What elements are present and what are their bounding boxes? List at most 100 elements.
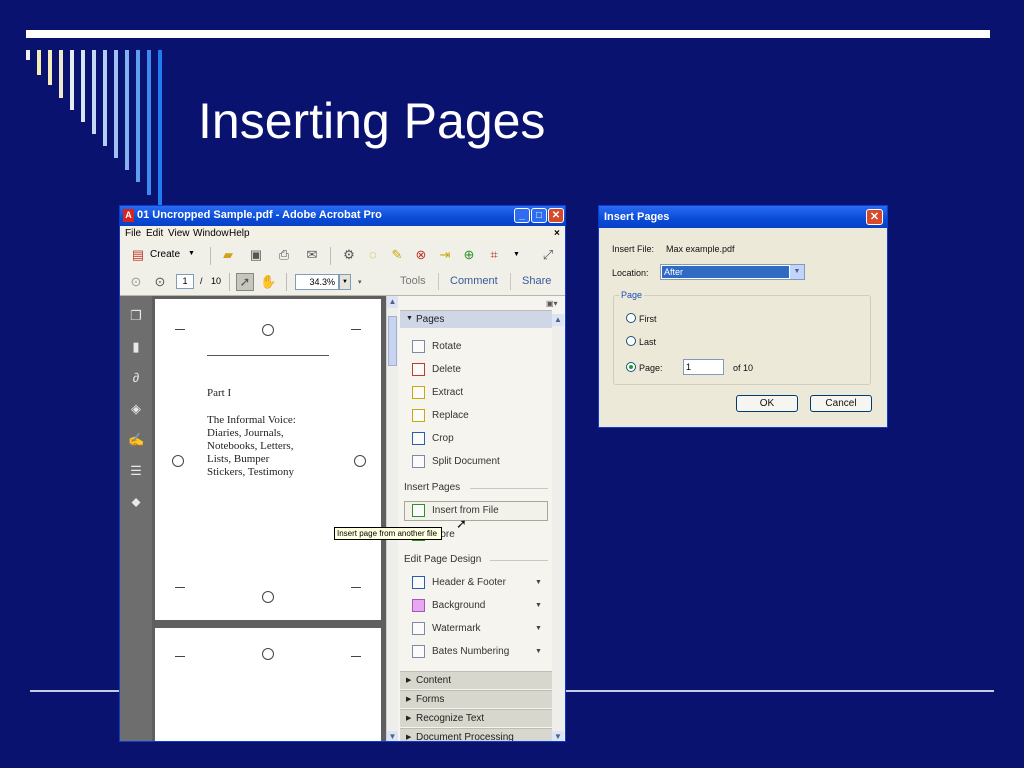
- menu-file[interactable]: File: [125, 228, 141, 239]
- dialog-close-button[interactable]: ✕: [866, 209, 883, 225]
- comment-bubble-icon[interactable]: ◌: [365, 247, 381, 263]
- document-heading-line: Stickers, Testimony: [207, 466, 295, 478]
- bates-numbering-dropdown-icon[interactable]: ▼: [535, 648, 542, 655]
- section-forms[interactable]: ▶ Forms: [400, 690, 552, 708]
- create-button[interactable]: Create: [150, 249, 180, 260]
- create-dropdown-icon[interactable]: ▼: [188, 250, 195, 257]
- close-button[interactable]: ✕: [548, 208, 564, 223]
- cancel-button[interactable]: Cancel: [810, 395, 872, 412]
- tool-delete[interactable]: Delete: [412, 363, 461, 376]
- radio-last[interactable]: [626, 336, 636, 346]
- tool-header-footer[interactable]: Header & Footer: [412, 576, 506, 589]
- select-tool-icon[interactable]: ➚: [236, 273, 254, 291]
- tool-bates-numbering[interactable]: Bates Numbering: [412, 645, 509, 658]
- main-toolbar: ▤ Create ▼ ▰ ▣ ⎙ ✉ ⚙ ◌ ✎ ⊗ ⇥ ⊕ ⌗ ▼ ⤢: [120, 242, 565, 270]
- scroll-thumb[interactable]: [388, 316, 397, 366]
- menu-help[interactable]: Help: [229, 228, 250, 239]
- crop-mark: [351, 329, 361, 330]
- pane-options-icon[interactable]: ▣▾: [546, 299, 558, 308]
- watermark-dropdown-icon[interactable]: ▼: [535, 625, 542, 632]
- crop-mark: [175, 329, 185, 330]
- radio-page[interactable]: [626, 362, 636, 372]
- registration-mark: [262, 591, 274, 603]
- tab-comment[interactable]: Comment: [450, 275, 498, 287]
- zoom-input[interactable]: 34.3%: [295, 274, 339, 290]
- tab-share[interactable]: Share: [522, 275, 551, 287]
- signatures-icon[interactable]: ✍: [128, 432, 144, 448]
- tool-crop[interactable]: Crop: [412, 432, 454, 445]
- bates-numbering-icon: [412, 645, 425, 658]
- subsection-insert-pages: Insert Pages: [404, 482, 461, 493]
- open-folder-icon[interactable]: ▰: [220, 247, 236, 263]
- scroll-up-icon[interactable]: ▲: [387, 296, 398, 308]
- model-tree-icon[interactable]: ☰: [128, 463, 144, 479]
- zoom-more-icon[interactable]: ▾: [358, 278, 362, 286]
- sign-icon[interactable]: ✎: [389, 247, 405, 263]
- expanded-arrow-icon: ▼: [406, 315, 413, 322]
- page-number-input[interactable]: 1: [176, 274, 194, 289]
- email-icon[interactable]: ✉: [304, 247, 320, 263]
- pane-scroll-up-icon[interactable]: ▲: [552, 314, 564, 326]
- tool-watermark[interactable]: Watermark: [412, 622, 481, 635]
- tool-extract[interactable]: Extract: [412, 386, 463, 399]
- tool-split-document-label: Split Document: [432, 456, 500, 468]
- background-dropdown-icon[interactable]: ▼: [535, 602, 542, 609]
- location-select[interactable]: After ▼: [660, 264, 805, 280]
- next-page-icon[interactable]: ⊙: [152, 274, 168, 290]
- section-document-processing[interactable]: ▶ Document Processing: [400, 728, 552, 741]
- tool-rotate[interactable]: Rotate: [412, 340, 461, 353]
- location-dropdown-icon[interactable]: ▼: [790, 265, 804, 279]
- section-content-label: Content: [416, 675, 452, 686]
- ok-button[interactable]: OK: [736, 395, 798, 412]
- tab-tools[interactable]: Tools: [400, 275, 426, 287]
- section-recognize-text[interactable]: ▶ Recognize Text: [400, 709, 552, 727]
- tool-replace[interactable]: Replace: [412, 409, 469, 422]
- layers-icon[interactable]: ◈: [128, 401, 144, 417]
- extract-icon[interactable]: ⇥: [437, 247, 453, 263]
- header-footer-dropdown-icon[interactable]: ▼: [535, 579, 542, 586]
- attachments-icon[interactable]: ∂: [128, 370, 144, 386]
- insert-icon[interactable]: ⊕: [461, 247, 477, 263]
- dialog-title: Insert Pages: [604, 211, 670, 223]
- crop-icon[interactable]: ⌗: [486, 247, 502, 263]
- settings-icon[interactable]: ⚙: [341, 247, 357, 263]
- scroll-down-icon[interactable]: ▼: [387, 731, 398, 741]
- tags-icon[interactable]: ⬥: [128, 494, 144, 510]
- watermark-icon: [412, 622, 425, 635]
- collapsed-arrow-icon: ▶: [406, 734, 412, 741]
- previous-page-icon[interactable]: ⊙: [128, 274, 144, 290]
- tools-pane-scrollbar[interactable]: ▲ ▼: [552, 314, 565, 741]
- maximize-button[interactable]: □: [531, 208, 547, 223]
- page-number-field[interactable]: 1: [683, 359, 724, 375]
- tool-split-document[interactable]: Split Document: [412, 455, 500, 468]
- section-pages[interactable]: ▼ Pages: [400, 310, 552, 328]
- zoom-dropdown-icon[interactable]: ▼: [339, 274, 351, 290]
- menu-window[interactable]: Window: [193, 228, 229, 239]
- menu-edit[interactable]: Edit: [146, 228, 163, 239]
- expand-icon[interactable]: ⤢: [540, 247, 556, 263]
- print-icon[interactable]: ⎙: [276, 247, 292, 263]
- toolbar-separator: [229, 273, 230, 291]
- delete-page-icon[interactable]: ⊗: [413, 247, 429, 263]
- tool-watermark-label: Watermark: [432, 623, 481, 635]
- crop-mark: [351, 587, 361, 588]
- hand-tool-icon[interactable]: ✋: [260, 274, 276, 290]
- radio-first[interactable]: [626, 313, 636, 323]
- section-recognize-text-label: Recognize Text: [416, 713, 485, 724]
- collapsed-arrow-icon: ▶: [406, 696, 412, 703]
- split-document-icon: [412, 455, 425, 468]
- tool-background[interactable]: Background: [412, 599, 485, 612]
- section-content[interactable]: ▶ Content: [400, 671, 552, 689]
- radio-page-label: Page:: [639, 363, 663, 373]
- menu-view[interactable]: View: [168, 228, 190, 239]
- save-icon[interactable]: ▣: [248, 247, 264, 263]
- document-close-icon[interactable]: ×: [554, 228, 560, 239]
- minimize-button[interactable]: _: [514, 208, 530, 223]
- header-footer-icon: [412, 576, 425, 589]
- bookmarks-icon[interactable]: ▮: [128, 339, 144, 355]
- bottom-rule-right: [566, 690, 994, 692]
- pane-scroll-down-icon[interactable]: ▼: [552, 731, 564, 741]
- toolbar-more-dropdown-icon[interactable]: ▼: [513, 251, 520, 258]
- crop-icon: [412, 432, 425, 445]
- page-thumbnails-icon[interactable]: ❐: [128, 308, 144, 324]
